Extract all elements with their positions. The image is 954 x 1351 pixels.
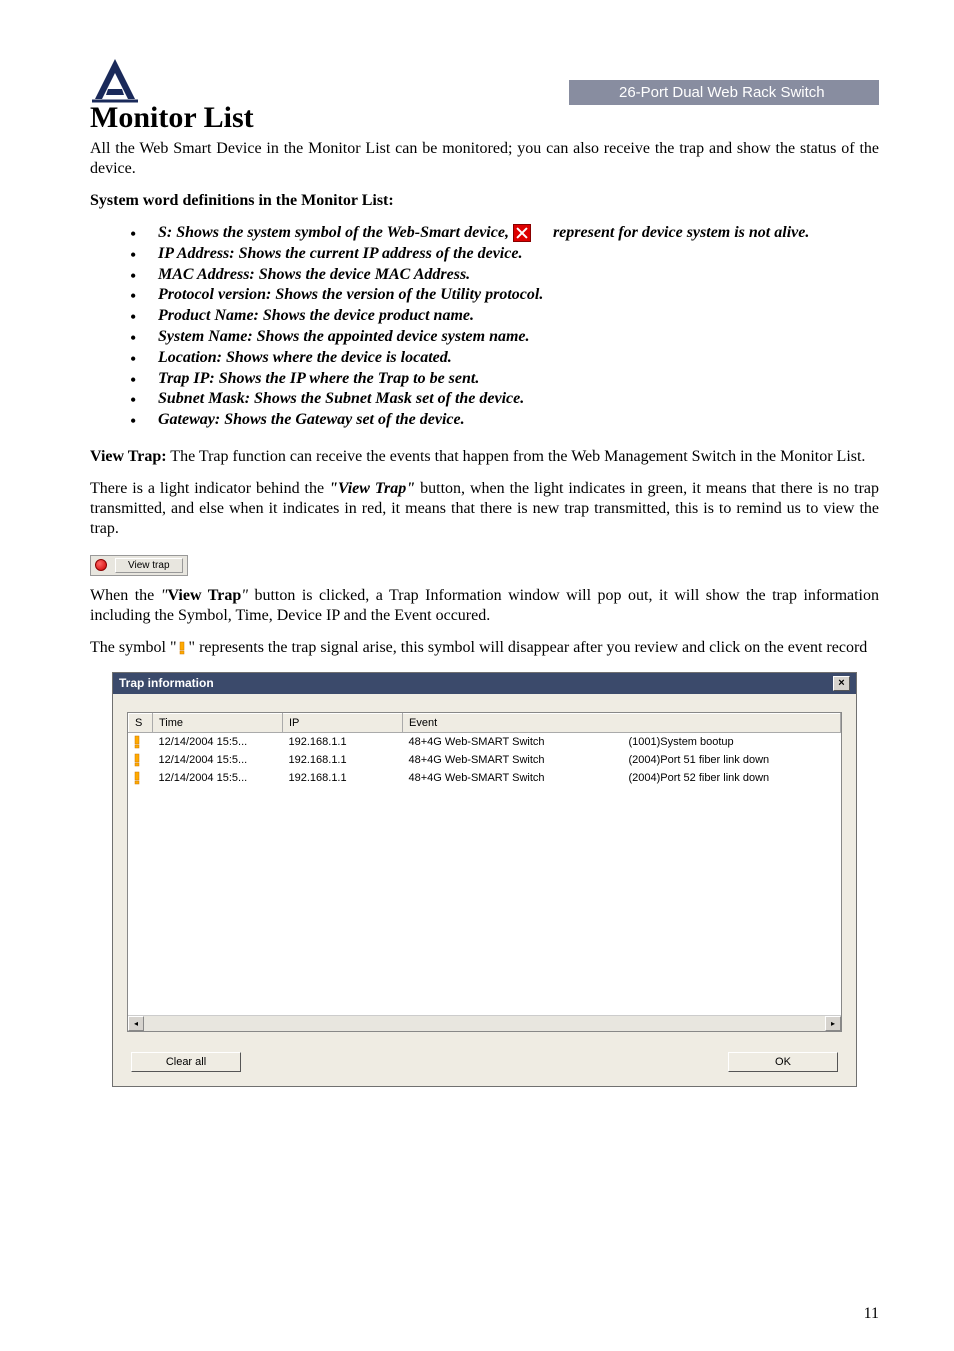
logo-block [90,55,144,105]
window-body: S Time IP Event 12/14/2004 15:5... 192.1… [113,694,856,1086]
col-time[interactable]: Time [153,713,283,732]
close-button[interactable]: × [833,676,850,691]
bullet-product: Product Name: Shows the device product n… [130,306,879,327]
table-row[interactable]: 12/14/2004 15:5... 192.168.1.1 48+4G Web… [129,751,841,769]
symbol-paragraph: The symbol " " represents the trap signal… [90,638,879,658]
cell-ip: 192.168.1.1 [283,732,403,751]
cell-time: 12/14/2004 15:5... [153,751,283,769]
cell-time: 12/14/2004 15:5... [153,732,283,751]
table-header-row: S Time IP Event [129,713,841,732]
bullet-mac: MAC Address: Shows the device MAC Addres… [130,265,879,286]
page-title: Monitor List [90,101,879,135]
window-button-row: Clear all OK [127,1052,842,1072]
bullet-s-pre: S: Shows the system symbol of the Web-Sm… [158,224,509,241]
table-row[interactable]: 12/14/2004 15:5... 192.168.1.1 48+4G Web… [129,732,841,751]
page-header: 26-Port Dual Web Rack Switch [90,55,879,105]
viewtrap-button-screenshot: View trap [90,555,188,576]
bullet-gateway: Gateway: Shows the Gateway set of the de… [130,410,879,431]
col-ip[interactable]: IP [283,713,403,732]
cell-time: 12/14/2004 15:5... [153,769,283,787]
table-row[interactable]: 12/14/2004 15:5... 192.168.1.1 48+4G Web… [129,769,841,787]
x-icon [513,224,531,242]
cell-ip: 192.168.1.1 [283,769,403,787]
cell-event2: (2004)Port 51 fiber link down [623,751,841,769]
trap-information-window: Trap information × S Time IP Event [112,672,857,1087]
viewtrap-mini-button: View trap [115,558,183,573]
scroll-left-icon[interactable]: ◂ [128,1016,144,1031]
bullet-location: Location: Shows where the device is loca… [130,348,879,369]
window-title: Trap information [119,676,214,690]
exclamation-icon [132,771,144,785]
bullet-proto: Protocol version: Shows the version of t… [130,285,879,306]
symbol-post: " represents the trap signal arise, this… [189,639,868,656]
scroll-right-icon[interactable]: ▸ [825,1016,841,1031]
bullet-s-post: represent for device system is not alive… [553,224,809,241]
trap-table-container: S Time IP Event 12/14/2004 15:5... 192.1… [127,712,842,1032]
viewtrap-lead: View Trap: [90,448,167,465]
cell-event2: (1001)System bootup [623,732,841,751]
definitions-list: S: Shows the system symbol of the Web-Sm… [130,223,879,431]
trap-table: S Time IP Event 12/14/2004 15:5... 192.1… [128,713,841,787]
horizontal-scrollbar[interactable]: ◂ ▸ [128,1015,841,1031]
light-indicator-paragraph: There is a light indicator behind the "V… [90,479,879,539]
page-number: 11 [864,1305,879,1323]
col-event[interactable]: Event [403,713,841,732]
product-banner: 26-Port Dual Web Rack Switch [569,80,879,105]
cell-event1: 48+4G Web-SMART Switch [403,751,623,769]
ok-button[interactable]: OK [728,1052,838,1072]
viewtrap-paragraph: View Trap: The Trap function can receive… [90,447,879,467]
red-indicator-icon [95,559,107,571]
when-bold: View Trap [167,587,241,604]
definitions-heading: System word definitions in the Monitor L… [90,191,879,211]
clear-all-button[interactable]: Clear all [131,1052,241,1072]
viewtrap-rest: The Trap function can receive the events… [167,448,866,465]
when-pre: When the [90,587,161,604]
bullet-ip: IP Address: Shows the current IP address… [130,244,879,265]
exclamation-icon [132,753,144,767]
bullet-s: S: Shows the system symbol of the Web-Sm… [130,223,879,244]
bullet-sysname: System Name: Shows the appointed device … [130,327,879,348]
bullet-trapip: Trap IP: Shows the IP where the Trap to … [130,369,879,390]
symbol-pre: The symbol " [90,639,177,656]
exclamation-icon [177,641,189,655]
light-quoted: "View Trap" [329,480,415,497]
cell-event1: 48+4G Web-SMART Switch [403,769,623,787]
light-pre: There is a light indicator behind the [90,480,329,497]
exclamation-icon [132,735,144,749]
cell-event2: (2004)Port 52 fiber link down [623,769,841,787]
logo-icon [90,55,140,105]
bullet-subnet: Subnet Mask: Shows the Subnet Mask set o… [130,389,879,410]
col-s[interactable]: S [129,713,153,732]
viewtrap-click-paragraph: When the "View Trap" button is clicked, … [90,586,879,626]
window-titlebar: Trap information × [113,673,856,694]
cell-event1: 48+4G Web-SMART Switch [403,732,623,751]
cell-ip: 192.168.1.1 [283,751,403,769]
intro-paragraph: All the Web Smart Device in the Monitor … [90,139,879,179]
